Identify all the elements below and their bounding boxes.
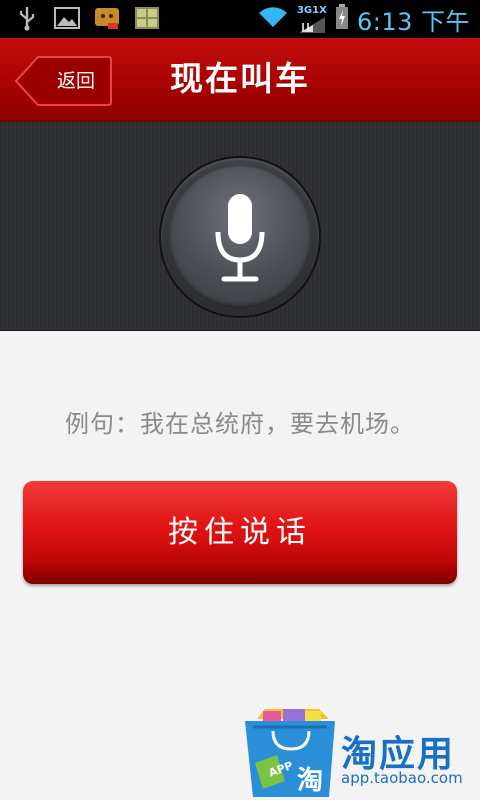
taxi-app-icon [94, 5, 120, 31]
back-button[interactable]: 返回 [14, 56, 112, 106]
system-icons: 3G1X 6:13 下午 [257, 0, 470, 38]
shopping-bag-icon: APP 淘 [245, 709, 335, 797]
status-bar: 3G1X 6:13 下午 [0, 0, 480, 38]
example-sentence: 例句：我在总统府，要去机场。 [65, 410, 415, 438]
signal-icon: 3G1X [297, 3, 327, 35]
usb-icon [14, 5, 40, 31]
wifi-icon [257, 5, 289, 33]
press-to-talk-label: 按住说话 [168, 515, 312, 550]
back-button-label: 返回 [56, 70, 95, 92]
taobao-app-watermark: APP 淘 淘应用 app.taobao.com [243, 705, 480, 800]
microphone-icon [215, 194, 265, 282]
notification-icons [14, 5, 160, 31]
clock: 6:13 下午 [356, 7, 470, 36]
title-bar: 返回 现在叫车 [0, 38, 480, 122]
mic-button[interactable] [161, 158, 319, 316]
battery-icon [335, 4, 349, 34]
grid-app-icon [134, 5, 160, 31]
image-icon [54, 5, 80, 31]
mic-button-face [169, 166, 311, 308]
brand-url: app.taobao.com [341, 769, 463, 787]
press-to-talk-button[interactable]: 按住说话 [23, 481, 457, 584]
bag-label: 淘 [297, 766, 323, 796]
voice-input-panel [0, 122, 480, 331]
